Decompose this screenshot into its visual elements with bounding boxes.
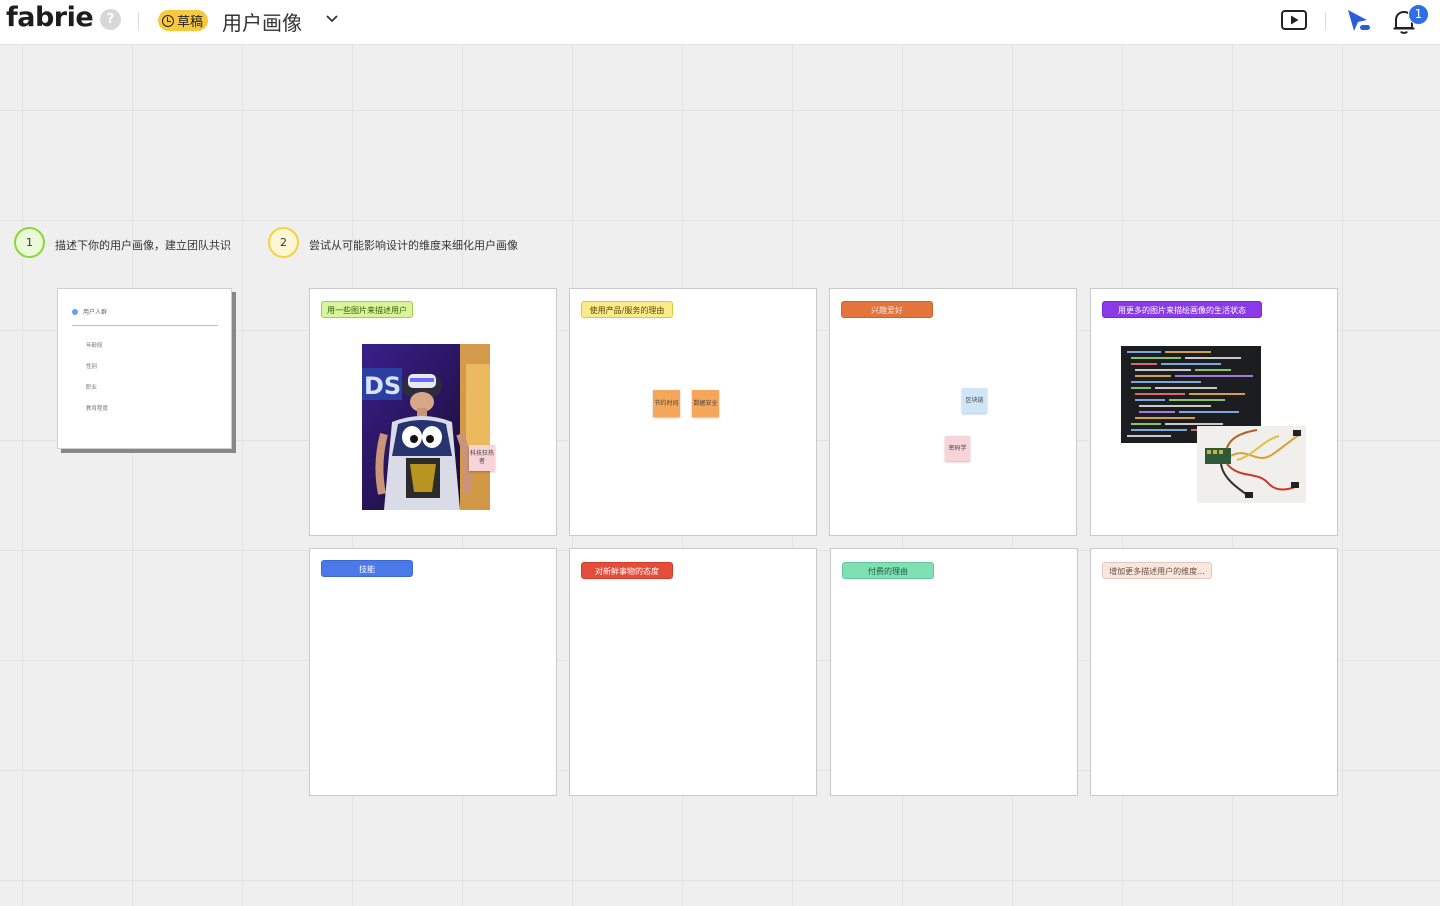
- sticky-note[interactable]: 节约时间: [653, 390, 680, 417]
- card-tag: 用一些图片来描述用户: [321, 301, 413, 318]
- sticky-note[interactable]: 数据安全: [692, 390, 719, 417]
- vr-user-photo[interactable]: DS: [362, 344, 490, 510]
- template-field-age: 年龄段: [86, 343, 103, 349]
- draft-badge[interactable]: 草稿: [158, 10, 209, 31]
- card-tag: 使用产品/服务的理由: [581, 301, 673, 318]
- card-tag: 用更多的图片来描绘画像的生活状态: [1102, 301, 1262, 318]
- template-header: 用户人群: [72, 307, 107, 316]
- notification-badge: 1: [1408, 4, 1429, 25]
- toolbar-divider: [138, 12, 139, 30]
- card-tag: 技能: [321, 560, 413, 577]
- sticky-note[interactable]: 区块链: [962, 388, 987, 413]
- sticky-note[interactable]: 科技狂热者: [469, 445, 495, 471]
- clock-icon: [162, 14, 174, 27]
- card-user-images[interactable]: 用一些图片来描述用户 DS 科技狂热者: [309, 288, 557, 536]
- template-field-gender: 性别: [86, 364, 98, 370]
- card-tag: 增加更多描述用户的维度...: [1102, 562, 1212, 579]
- user-dot-icon: [72, 308, 78, 315]
- cursor-follow-icon[interactable]: [1345, 8, 1373, 34]
- electronics-photo-illustration: [1197, 426, 1306, 503]
- card-tag: 兴趣爱好: [841, 301, 933, 318]
- draft-label: 草稿: [177, 15, 204, 30]
- card-usage-reasons[interactable]: 使用产品/服务的理由 节约时间 数据安全: [569, 288, 817, 536]
- chevron-down-icon[interactable]: [325, 12, 339, 26]
- top-bar: fabrie ? 草稿 用户画像 1: [0, 0, 1440, 44]
- template-header-label: 用户人群: [83, 309, 108, 316]
- template-field-occupation: 职业: [86, 385, 98, 391]
- card-tag: 付费的理由: [842, 562, 934, 579]
- step-2-text: 尝试从可能影响设计的维度来细化用户画像: [309, 239, 518, 252]
- step-1-text: 描述下你的用户画像，建立团队共识: [55, 239, 231, 252]
- electronics-photo[interactable]: [1197, 426, 1306, 503]
- card-lifestyle-images[interactable]: 用更多的图片来描绘画像的生活状态: [1090, 288, 1338, 536]
- presentation-play-icon[interactable]: [1280, 8, 1308, 32]
- card-hobbies[interactable]: 兴趣爱好 区块链 密码学: [829, 288, 1077, 536]
- card-attitude-to-new-things[interactable]: 对新鲜事物的态度: [569, 548, 817, 796]
- step-2-badge: 2: [268, 227, 299, 258]
- vr-photo-illustration: DS: [362, 344, 490, 510]
- card-payment-reasons[interactable]: 付费的理由: [830, 548, 1078, 796]
- template-field-education: 教育程度: [86, 406, 109, 412]
- card-skills[interactable]: 技能: [309, 548, 557, 796]
- app-logo[interactable]: fabrie: [6, 2, 94, 33]
- document-title[interactable]: 用户画像: [222, 7, 302, 36]
- card-more-dimensions[interactable]: 增加更多描述用户的维度...: [1090, 548, 1338, 796]
- vr-sign-text: DS: [364, 372, 401, 400]
- card-tag: 对新鲜事物的态度: [581, 562, 673, 579]
- sticky-note[interactable]: 密码学: [945, 436, 970, 461]
- persona-template-card[interactable]: 用户人群 年龄段 性别 职业 教育程度: [57, 288, 232, 449]
- step-1-badge: 1: [14, 227, 45, 258]
- toolbar-divider: [1325, 12, 1326, 30]
- help-icon[interactable]: ?: [100, 9, 121, 30]
- template-divider: [72, 325, 218, 326]
